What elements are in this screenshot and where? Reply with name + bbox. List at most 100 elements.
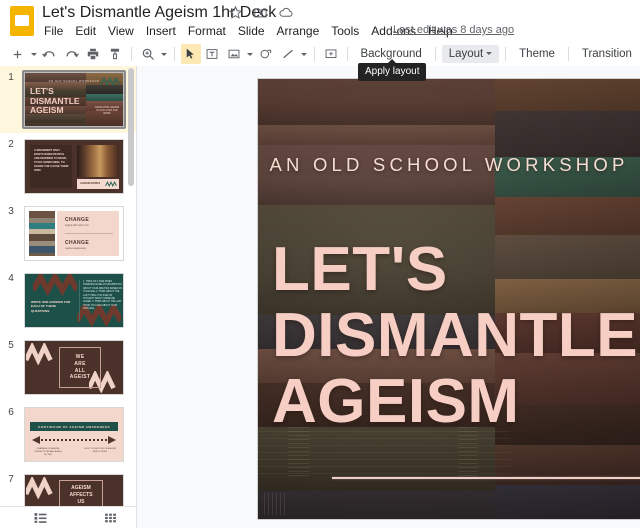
new-slide-dropdown[interactable]	[29, 44, 39, 64]
change-panel: CHANGE begins with each of us CHANGE req…	[57, 211, 119, 256]
thumb-caption: NAVIGATING AGEISM IN OUR LIVES AND WORK	[94, 106, 120, 116]
move-to-folder-icon[interactable]	[253, 5, 268, 20]
toolbar-divider-7	[567, 47, 569, 61]
thumbnail-frame: CONTINUUM OF AGEISM AWARENESS UNAWARE OF…	[22, 405, 126, 464]
title-action-icons	[228, 5, 293, 20]
shape-button[interactable]	[256, 44, 276, 64]
select-tool-button[interactable]	[180, 44, 201, 64]
slide-thumbnail: WRITE ONE ANSWER FOR EACH OF THESE QUEST…	[24, 273, 124, 328]
thumb-caption: AGEISM WORKS	[80, 182, 101, 185]
menu-edit[interactable]: Edit	[69, 22, 102, 41]
title-line-3: AGEISM	[272, 367, 520, 436]
toolbar-divider-4	[346, 47, 348, 61]
slide-eyebrow-text[interactable]: AN OLD SCHOOL WORKSHOP	[258, 154, 640, 176]
slide-number: 3	[8, 206, 14, 217]
layout-button[interactable]: Layout	[441, 45, 500, 63]
teal-background: WRITE ONE ANSWER FOR EACH OF THESE QUEST…	[25, 274, 123, 327]
last-edit-link[interactable]: Last edit was 8 days ago	[393, 24, 514, 36]
thumbnail-frame: WRITE ONE ANSWER FOR EACH OF THESE QUEST…	[22, 271, 126, 330]
apply-layout-tooltip: Apply layout	[358, 59, 427, 81]
new-slide-button[interactable]	[8, 44, 28, 64]
current-slide-canvas[interactable]: AN OLD SCHOOL WORKSHOP LET'S DISMANTLE A…	[258, 79, 640, 519]
redo-button[interactable]	[62, 44, 82, 64]
filmstrip-slide-2[interactable]: 2 A MOVEMENT ONLY EXISTS WHEN PEOPLE ARE…	[0, 133, 136, 200]
toolbar-divider-5	[434, 47, 436, 61]
title-bar-band: CONTINUUM OF AGEISM AWARENESS	[30, 422, 118, 431]
filmstrip-scrollbar[interactable]	[128, 68, 134, 504]
canvas-area[interactable]: AN OLD SCHOOL WORKSHOP LET'S DISMANTLE A…	[137, 66, 640, 528]
insert-image-dropdown[interactable]	[245, 44, 255, 64]
filmstrip-slide-5[interactable]: 5 WE ARE ALL AGEIST	[0, 334, 136, 401]
thumb-sub-1: begins with each of us	[65, 224, 89, 227]
menu-tools[interactable]: Tools	[325, 22, 365, 41]
star-icon[interactable]	[228, 5, 243, 20]
slide-number: 4	[8, 273, 14, 284]
menu-format[interactable]: Format	[182, 22, 232, 41]
line-dropdown[interactable]	[299, 44, 309, 64]
layout-button-label: Layout	[448, 48, 484, 60]
text-box: WE ARE ALL AGEIST	[59, 347, 101, 388]
thumb-head-2: CHANGE	[65, 240, 90, 246]
library-photo	[77, 145, 119, 177]
text-box-button[interactable]	[203, 44, 223, 64]
thumbnail-frame: CHANGE begins with each of us CHANGE req…	[22, 204, 126, 263]
filmstrip-slide-3[interactable]: 3 CHANGE begins with each of us CHANGE r…	[0, 200, 136, 267]
google-slides-window: Let's Dismantle Ageism 1hr Deck File Edi…	[0, 0, 640, 528]
slide-number: 2	[8, 139, 14, 150]
zoom-button[interactable]	[138, 44, 158, 64]
zoom-dropdown[interactable]	[159, 44, 169, 64]
toolbar-divider-6	[505, 47, 507, 61]
slides-logo-icon	[10, 6, 34, 36]
thumb-sub-2: requires awareness	[65, 247, 86, 250]
menu-insert[interactable]: Insert	[140, 22, 182, 41]
slide-thumbnail: A MOVEMENT ONLY EXISTS WHEN PEOPLE ARE I…	[24, 139, 124, 194]
slide-thumbnail: AGEISM AFFECTS US	[24, 474, 124, 506]
menu-file[interactable]: File	[38, 22, 69, 41]
print-button[interactable]	[83, 44, 103, 64]
filmstrip-slide-6[interactable]: 6 CONTINUUM OF AGEISM AWARENESS UNAWARE …	[0, 401, 136, 468]
thumb-right-label: FULLY CONSCIOUS OF AGEISM IN ALL FORMS	[84, 448, 116, 453]
paint-format-button[interactable]	[105, 44, 125, 64]
menu-arrange[interactable]: Arrange	[271, 22, 326, 41]
title-line-2: DISMANTLE	[272, 301, 639, 370]
toolbar-divider-2	[173, 47, 175, 61]
thumb-head-1: CHANGE	[65, 217, 90, 223]
slide-title-text[interactable]: LET'S DISMANTLE AGEISM	[272, 237, 639, 436]
menu-slide[interactable]: Slide	[232, 22, 271, 41]
zigzag-icon	[26, 343, 53, 365]
filmstrip-slide-4[interactable]: 4 WRITE ONE ANSWER FOR EACH OF THESE QUE…	[0, 267, 136, 334]
add-comment-icon[interactable]	[321, 44, 341, 64]
toolbar-divider	[131, 47, 133, 61]
thumbnail-frame: WE ARE ALL AGEIST	[22, 338, 126, 397]
insert-image-button[interactable]	[224, 44, 244, 64]
line-button[interactable]	[278, 44, 298, 64]
quote-panel: A MOVEMENT ONLY EXISTS WHEN PEOPLE ARE I…	[30, 145, 72, 188]
undo-button[interactable]	[40, 44, 60, 64]
menu-view[interactable]: View	[102, 22, 140, 41]
cloud-status-icon[interactable]	[278, 5, 293, 20]
filmstrip-slide-1[interactable]: 1 AN OLD SCHOOL WORKSHOP LET'S DISMANTLE…	[0, 66, 136, 133]
zigzag-icon	[26, 477, 53, 499]
slide-thumbnail: CHANGE begins with each of us CHANGE req…	[24, 206, 124, 261]
brown-background: WE ARE ALL AGEIST	[25, 341, 123, 394]
transition-button[interactable]: Transition	[575, 45, 639, 63]
thumb-title: LET'S DISMANTLE AGEISM	[30, 86, 80, 115]
thumb-zigzag-icon	[105, 181, 117, 187]
arrow-left-icon	[32, 436, 40, 444]
thumb-left-label: UNAWARE OF AGEISM STEREOTYPES AND AGING …	[34, 448, 62, 456]
slide-horizontal-rule	[332, 477, 640, 479]
slide-filmstrip[interactable]: 1 AN OLD SCHOOL WORKSHOP LET'S DISMANTLE…	[0, 66, 137, 506]
thumbnail-frame: AGEISM AFFECTS US	[22, 472, 126, 506]
slide-number: 6	[8, 407, 14, 418]
caption-strip: AGEISM WORKS	[77, 179, 119, 189]
filmstrip-slide-7[interactable]: 7 AGEISM AFFECTS US	[0, 468, 136, 506]
slide-thumbnail: CONTINUUM OF AGEISM AWARENESS UNAWARE OF…	[24, 407, 124, 462]
grid-view-button[interactable]	[90, 512, 130, 524]
toolbar-divider-3	[313, 47, 315, 61]
scrollbar-thumb[interactable]	[128, 68, 134, 186]
bottom-bar	[0, 506, 137, 528]
filmstrip-view-button[interactable]	[20, 512, 60, 524]
thumb-head: WRITE ONE ANSWER FOR EACH OF THESE QUEST…	[31, 300, 71, 313]
theme-button[interactable]: Theme	[512, 45, 562, 63]
text-box: AGEISM AFFECTS US	[59, 480, 103, 506]
